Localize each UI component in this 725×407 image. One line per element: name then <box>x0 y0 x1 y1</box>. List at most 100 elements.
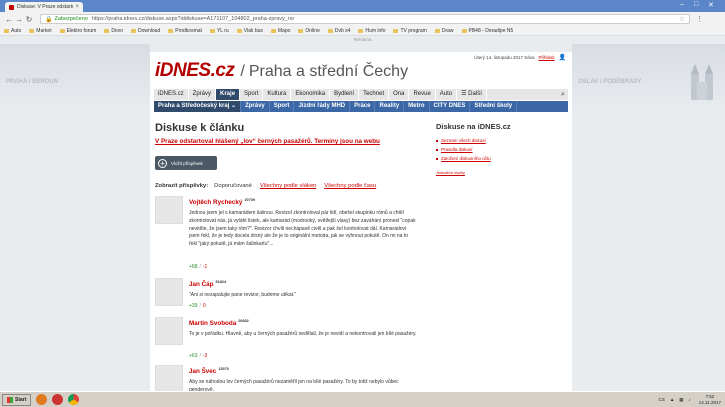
nav-item[interactable]: Kultura <box>263 89 292 100</box>
region-selector[interactable]: Praha a Středočeský kraj ⌄ <box>154 101 242 112</box>
start-button[interactable]: Start <box>2 393 32 406</box>
avatar <box>155 365 183 391</box>
folder-icon <box>4 28 9 33</box>
close-window-icon[interactable]: ✕ <box>708 1 714 9</box>
language-indicator[interactable]: CS <box>659 397 665 402</box>
idnes-logo[interactable]: iDNES.cz <box>155 60 235 82</box>
tray-arrow-icon[interactable]: ▲ <box>670 397 674 402</box>
post-filter: Zobrazit příspěvky: Doporučované Všechny… <box>155 183 384 189</box>
lock-icon: 🔒 <box>45 16 53 23</box>
bullet-icon <box>436 157 438 160</box>
bookmark-item[interactable]: YL ru <box>209 28 229 34</box>
reload-icon[interactable]: ↻ <box>24 15 34 24</box>
bookmark-item[interactable]: Hum info <box>358 28 385 34</box>
subnav-item[interactable]: Jízdní řády MHD <box>294 101 351 112</box>
comment-author[interactable]: Martin Svoboda 26802 <box>189 319 249 327</box>
bookmark-item[interactable]: Download <box>131 28 160 34</box>
bookmark-item[interactable]: Elektro forum <box>59 28 96 34</box>
folder-icon <box>434 28 440 33</box>
sidebar-item-rules[interactable]: Pravidla diskusí <box>436 147 566 152</box>
vote-up-count[interactable]: +63 <box>189 353 197 359</box>
clock[interactable]: 7:52 14.11.2017 <box>699 394 721 405</box>
subnav-item[interactable]: Sport <box>270 101 295 112</box>
bookmark-item[interactable]: Prodkosmat <box>168 28 202 34</box>
add-post-button[interactable]: + Vložit příspěvek <box>155 156 217 170</box>
region-title[interactable]: Praha a střední Čechy <box>249 63 408 81</box>
nav-item[interactable]: Kraje <box>216 89 241 100</box>
bookmark-item[interactable]: Mapo <box>270 28 290 34</box>
vote-down-count[interactable]: -3 <box>203 353 207 359</box>
bookmark-item[interactable]: Auto <box>4 28 21 34</box>
maximize-window-icon[interactable]: □ <box>694 1 698 8</box>
nav-item[interactable]: Auto <box>436 89 458 100</box>
nav-item[interactable]: Zprávy <box>189 89 217 100</box>
browser-menu-icon[interactable]: ⋮ <box>696 15 703 23</box>
vote-down-count[interactable]: -1 <box>203 264 207 270</box>
bookmark-star-icon[interactable]: ☆ <box>679 15 685 23</box>
subnav-item[interactable]: Metro <box>404 101 430 112</box>
bookmarks-bar: Auto Market Elektro forum Dovo Download Prodk… <box>0 26 725 36</box>
network-icon[interactable]: ▦ <box>679 397 683 403</box>
clock-date: 14.11.2017 <box>698 399 721 405</box>
nav-item[interactable]: iDNES.cz <box>154 89 189 100</box>
plus-icon: + <box>158 158 167 168</box>
login-link[interactable]: Přihlásit <box>539 55 555 60</box>
bookmark-item[interactable]: TV program <box>393 28 427 34</box>
sidebar-item-all-discussions[interactable]: Seznam všech diskusí <box>436 138 566 143</box>
sidebar-item-create-account[interactable]: Založení diskusního účtu <box>436 156 566 161</box>
comment-author[interactable]: Jan Čáp 51824 <box>189 280 226 288</box>
left-side-banner: PRAHA / BEROUN <box>0 44 150 114</box>
nav-item[interactable]: Ona <box>389 89 410 100</box>
subnav-item[interactable]: Zprávy <box>241 101 270 112</box>
nav-item[interactable]: Sport <box>240 89 264 100</box>
bookmark-item[interactable]: PB48 - Doradipe N5 <box>461 28 513 34</box>
browser-tab[interactable]: Diskuse: V Praze odstartov × <box>5 2 83 12</box>
avatar <box>155 317 183 345</box>
search-icon[interactable]: ⌕ <box>558 91 568 99</box>
subnav-item[interactable]: Práce <box>350 101 376 112</box>
comment-author[interactable]: Vojtěch Rychecký 20709 <box>189 198 255 206</box>
bookmark-item[interactable]: Market <box>29 28 52 34</box>
filter-by-time[interactable]: Všechny podle času <box>324 183 376 189</box>
nav-item[interactable]: Technet <box>359 89 390 100</box>
nav-item[interactable]: Revue <box>409 89 436 100</box>
opera-icon[interactable] <box>52 394 64 405</box>
nav-item[interactable]: ☰ Další <box>457 89 487 100</box>
subnav-item[interactable]: Reality <box>375 101 405 112</box>
url-text[interactable]: https://praha.idnes.cz/diskuse.aspx?iddi… <box>92 16 294 22</box>
vote-down-count[interactable]: 0 <box>203 303 206 309</box>
bookmark-item[interactable]: Dvb s4 <box>327 28 350 34</box>
left-side-label: PRAHA / BEROUN <box>6 79 59 85</box>
user-icon[interactable]: 👤 <box>559 54 566 61</box>
right-side-banner: OSLAV / PODĚBRADY <box>572 44 725 114</box>
forward-icon[interactable]: → <box>14 15 24 24</box>
bookmark-item[interactable]: Vlak bus <box>236 28 263 34</box>
logo-separator: / <box>240 63 245 80</box>
comment-author[interactable]: Jan Švec 13570 <box>189 367 229 375</box>
close-tab-icon[interactable]: × <box>75 4 79 10</box>
subnav-item[interactable]: CITY DNES <box>430 101 471 112</box>
avatar <box>155 278 183 306</box>
vote-up-count[interactable]: +68 <box>189 264 197 270</box>
subnav-item[interactable]: Střední školy <box>470 101 518 112</box>
volume-icon[interactable]: ♪ <box>689 397 691 402</box>
folder-icon <box>461 28 467 33</box>
folder-icon <box>209 28 215 33</box>
nav-item[interactable]: Bydlení <box>330 89 360 100</box>
bookmark-item[interactable]: Draw <box>434 28 454 34</box>
bookmark-item[interactable]: Dovo <box>104 28 123 34</box>
filter-by-thread[interactable]: Všechny podle vláken <box>260 183 316 189</box>
chrome-icon[interactable] <box>68 394 80 405</box>
filter-recommended[interactable]: Doporučované <box>214 183 252 189</box>
minimize-window-icon[interactable]: – <box>680 1 684 8</box>
top-info-bar: Úterý 14. listopadu 2017 Sáva Přihlásit … <box>474 54 566 61</box>
firefox-icon[interactable] <box>36 394 48 405</box>
url-input[interactable]: 🔒 Zabezpečeno https://praha.idnes.cz/dis… <box>40 14 690 24</box>
nav-item[interactable]: Ekonomika <box>291 89 331 100</box>
comment-text: Jednou jsem jel s kamarádem šalinou. Rev… <box>189 210 416 247</box>
sidebar-small-link[interactable]: Jednotlivé služby <box>436 171 566 175</box>
article-title-link[interactable]: V Praze odstartoval hlášený „lov“ černýc… <box>155 138 380 145</box>
vote-up-count[interactable]: +39 <box>189 303 197 309</box>
back-icon[interactable]: ← <box>4 15 14 24</box>
bookmark-item[interactable]: Online <box>298 28 320 34</box>
